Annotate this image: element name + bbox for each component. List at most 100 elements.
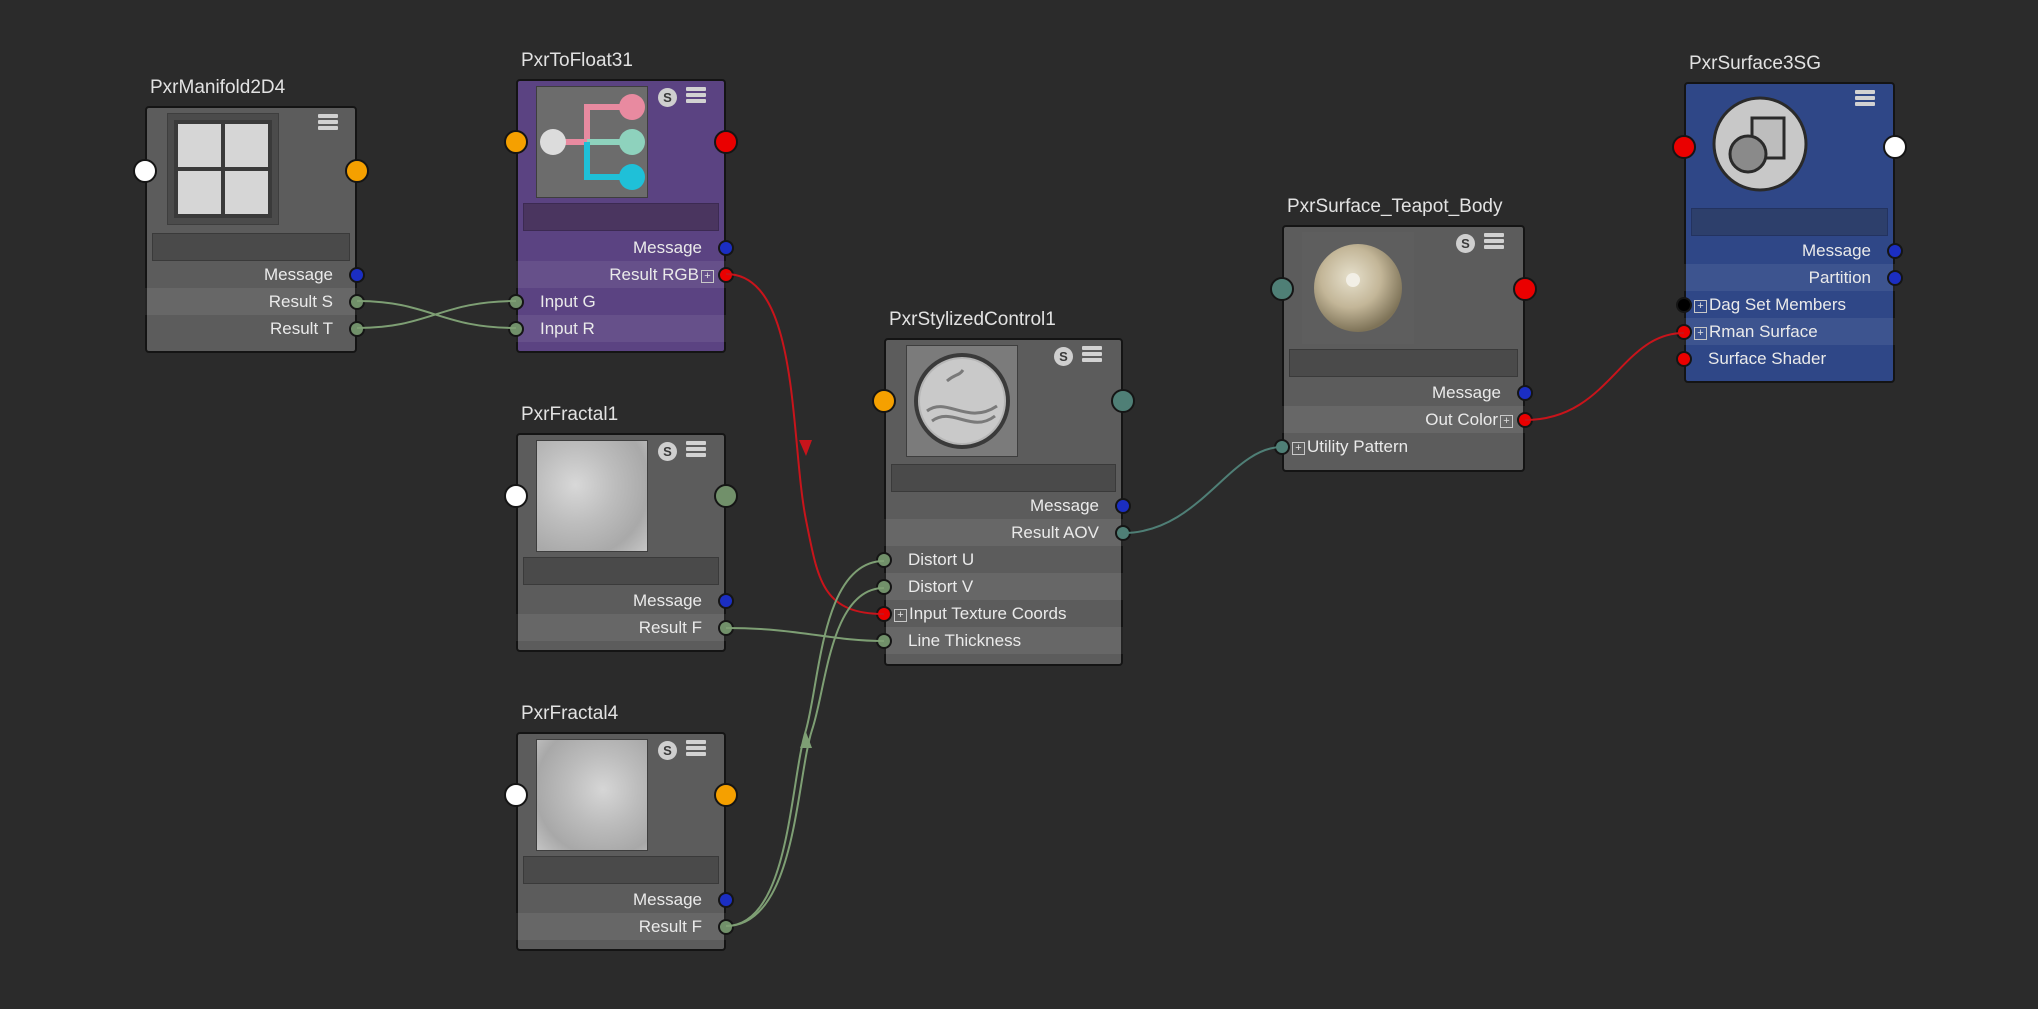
menu-icon[interactable] [1855, 90, 1875, 110]
partition-port[interactable] [1887, 270, 1903, 286]
port-row-partition: Partition [1684, 264, 1895, 291]
distort-v-port[interactable] [876, 579, 892, 595]
result-aov-port[interactable] [1115, 525, 1131, 541]
expand-icon[interactable]: + [1292, 442, 1305, 455]
line-thickness-port[interactable] [876, 633, 892, 649]
port-row-input-texture-coords: + Input Texture Coords [884, 600, 1123, 627]
wire-fractal4-to-distort-v[interactable] [725, 587, 885, 927]
menu-icon[interactable] [686, 740, 706, 760]
swatch-toggle-icon[interactable]: S [658, 442, 677, 461]
result-rgb-port[interactable] [718, 267, 734, 283]
input-port[interactable] [133, 159, 157, 183]
wire-result-t-to-input-g[interactable] [356, 300, 517, 329]
wire-fractal1-to-line-thickness[interactable] [725, 627, 885, 642]
input-port[interactable] [504, 130, 528, 154]
wire-result-s-to-input-r[interactable] [356, 300, 517, 329]
message-port[interactable] [718, 892, 734, 908]
message-port[interactable] [718, 593, 734, 609]
node-pxrfractal4[interactable]: PxrFractal4 S Message Result F [504, 703, 738, 951]
node-name-field[interactable] [1691, 208, 1888, 236]
output-port[interactable] [714, 783, 738, 807]
port-row-dag-set-members: + Dag Set Members [1684, 291, 1895, 318]
input-g-port[interactable] [508, 294, 524, 310]
swatch-toggle-icon[interactable]: S [1054, 347, 1073, 366]
swatch-toggle-icon[interactable]: S [658, 741, 677, 760]
grid-icon [167, 113, 279, 225]
output-port[interactable] [1513, 277, 1537, 301]
node-name-field[interactable] [523, 856, 719, 884]
node-name-field[interactable] [1289, 349, 1518, 377]
output-port[interactable] [1883, 135, 1907, 159]
swatch-toggle-icon[interactable]: S [1456, 234, 1475, 253]
port-label: Result S [268, 292, 333, 311]
surface-shader-port[interactable] [1676, 351, 1692, 367]
result-s-port[interactable] [349, 294, 365, 310]
wire-out-color-to-rman-surface[interactable] [1524, 332, 1685, 421]
node-name-field[interactable] [891, 464, 1116, 492]
node-pxrsurface3sg[interactable]: PxrSurface3SG Message Partition + Dag Set… [1672, 53, 1907, 383]
output-port[interactable] [345, 159, 369, 183]
menu-icon[interactable] [1082, 346, 1102, 366]
result-f-port[interactable] [718, 620, 734, 636]
expand-icon[interactable]: + [1694, 327, 1707, 340]
port-label: Input G [540, 292, 596, 311]
wire-result-aov-to-utility-pattern[interactable] [1122, 446, 1283, 534]
port-row-message: Message [145, 261, 357, 288]
menu-icon[interactable] [686, 441, 706, 461]
port-row-result-s: Result S [145, 288, 357, 315]
port-label: Result F [638, 917, 702, 936]
message-port[interactable] [1115, 498, 1131, 514]
port-label-group: + Dag Set Members [1692, 291, 1846, 318]
message-port[interactable] [1517, 385, 1533, 401]
message-port[interactable] [1887, 243, 1903, 259]
expand-icon[interactable]: + [894, 609, 907, 622]
rman-surface-port[interactable] [1676, 324, 1692, 340]
node-pxrtofloat31[interactable]: PxrToFloat31 S Message Result RGB + Input… [504, 50, 738, 353]
port-row-input-r: Input R [516, 315, 726, 342]
input-port[interactable] [1270, 277, 1294, 301]
port-label-group: + Input Texture Coords [892, 600, 1067, 627]
node-pxrsurface-teapot-body[interactable]: PxrSurface_Teapot_Body S Message Out Col… [1270, 196, 1537, 472]
menu-icon[interactable] [1484, 233, 1504, 253]
utility-pattern-port[interactable] [1274, 439, 1290, 455]
input-port[interactable] [504, 783, 528, 807]
swatch-toggle-icon[interactable]: S [658, 88, 677, 107]
output-port[interactable] [714, 484, 738, 508]
menu-icon[interactable] [686, 87, 706, 107]
input-r-port[interactable] [508, 321, 524, 337]
port-row-out-color: Out Color + [1282, 406, 1525, 433]
message-port[interactable] [349, 267, 365, 283]
node-pxrfractal1[interactable]: PxrFractal1 S Message Result F [504, 404, 738, 652]
port-row-message: Message [516, 234, 726, 261]
port-label: Message [1030, 496, 1099, 515]
port-row-input-g: Input G [516, 288, 726, 315]
message-port[interactable] [718, 240, 734, 256]
port-label: Distort U [908, 550, 975, 569]
port-row-message: Message [884, 492, 1123, 519]
expand-icon[interactable]: + [701, 270, 714, 283]
output-port[interactable] [714, 130, 738, 154]
node-name-field[interactable] [523, 203, 719, 231]
input-port[interactable] [872, 389, 896, 413]
node-name-field[interactable] [152, 233, 350, 261]
out-color-port[interactable] [1517, 412, 1533, 428]
port-row-result-aov: Result AOV [884, 519, 1123, 546]
output-port[interactable] [1111, 389, 1135, 413]
result-f-port[interactable] [718, 919, 734, 935]
node-pxrstylizedcontrol1[interactable]: PxrStylizedControl1 S Message Result AOV… [872, 309, 1135, 666]
port-row-utility-pattern: + Utility Pattern [1282, 433, 1525, 460]
node-pxrmanifold2d4[interactable]: PxrManifold2D4 Message Result S Result T [133, 77, 369, 353]
expand-icon[interactable]: + [1694, 300, 1707, 313]
distort-u-port[interactable] [876, 552, 892, 568]
wire-fractal4-to-distort-u[interactable] [725, 560, 885, 927]
result-t-port[interactable] [349, 321, 365, 337]
node-name-field[interactable] [523, 557, 719, 585]
port-label: Line Thickness [908, 631, 1022, 650]
input-texture-coords-port[interactable] [876, 606, 892, 622]
input-port[interactable] [504, 484, 528, 508]
dag-set-members-port[interactable] [1676, 297, 1692, 313]
menu-icon[interactable] [318, 114, 338, 134]
expand-icon[interactable]: + [1500, 415, 1513, 428]
input-port[interactable] [1672, 135, 1696, 159]
wire-result-rgb-to-input-texture-coords[interactable] [725, 273, 885, 615]
